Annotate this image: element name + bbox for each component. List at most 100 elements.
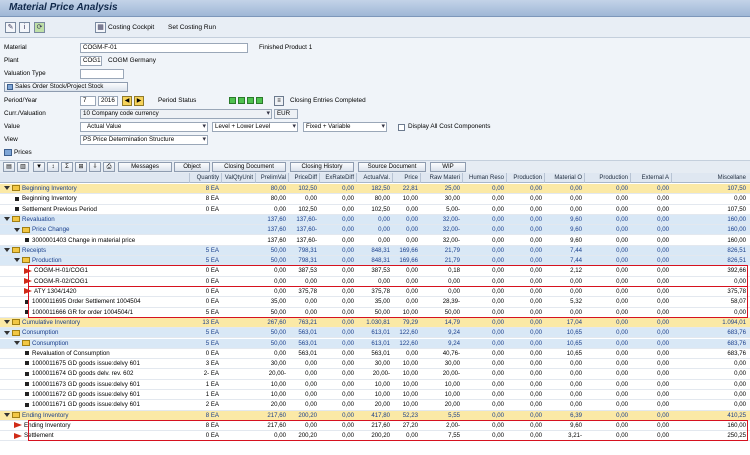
- fixed-variable-dropdown[interactable]: Fixed + Variable: [303, 122, 387, 132]
- table-row[interactable]: Revaluation of Consumption 0 EA 0,00 563,01…: [0, 348, 750, 360]
- year-field[interactable]: 2016: [98, 96, 118, 106]
- table-row[interactable]: 1000011674 GD goods delv. rev. 602 2- EA 2…: [0, 369, 750, 380]
- column-header[interactable]: ExRateDiff: [319, 173, 356, 183]
- column-header[interactable]: External A: [630, 173, 671, 183]
- material-field[interactable]: COGM-F-01: [80, 43, 248, 53]
- table-cell: 10,00: [270, 380, 286, 388]
- costing-cockpit-icon[interactable]: ▦: [95, 22, 106, 33]
- column-header[interactable]: Price: [392, 173, 420, 183]
- object-button[interactable]: Object: [174, 162, 210, 172]
- table-row[interactable]: Beginning Inventory 8 EA 80,00 0,00 0,00 80,0…: [0, 194, 750, 205]
- closing-history-button[interactable]: Closing History: [290, 162, 354, 172]
- table-row[interactable]: Production 5 EA 50,00 798,31 0,00 848,31 169,6…: [0, 256, 750, 267]
- column-header[interactable]: PrelimVal: [255, 173, 288, 183]
- refresh-icon[interactable]: ⟳: [34, 22, 45, 33]
- column-header[interactable]: Production: [584, 173, 630, 183]
- expand-icon[interactable]: ▤: [3, 162, 15, 172]
- table-row[interactable]: 1000011675 GD goods issue:delvy 601 3 EA 3…: [0, 359, 750, 370]
- table-row[interactable]: Revaluation 137,60 137,60- 0,00 0,00 0,00 32,0…: [0, 214, 750, 226]
- wip-button[interactable]: WIP: [430, 162, 466, 172]
- table-cell: 0,00: [492, 318, 504, 326]
- view-dropdown[interactable]: PS Price Determination Structure: [80, 135, 208, 145]
- prices-section[interactable]: Prices: [4, 148, 32, 158]
- column-header[interactable]: Miscellane: [671, 173, 748, 183]
- messages-button[interactable]: Messages: [118, 162, 172, 172]
- column-header[interactable]: PriceDiff: [288, 173, 319, 183]
- expand-arrow-icon[interactable]: [4, 217, 10, 222]
- table-row[interactable]: COGM-R-02/COG1 0 EA 0,00 0,00 0,00 0,00 0,00 0,…: [0, 276, 750, 287]
- next-period-button[interactable]: ▶: [134, 96, 144, 106]
- table-cell: 8 EA: [205, 411, 219, 419]
- status-details-icon[interactable]: ≡: [274, 96, 284, 106]
- expand-arrow-icon[interactable]: [4, 412, 10, 417]
- expand-arrow-icon[interactable]: [4, 320, 10, 325]
- table-row[interactable]: Settlement 0 EA 0,00 200,20 0,00 200,20 0,00 7,…: [0, 431, 750, 442]
- table-cell: 137,60-: [296, 236, 317, 244]
- layout-icon[interactable]: ⊞: [75, 162, 87, 172]
- table-row[interactable]: Ending Inventory 8 EA 217,60 200,20 0,00 417,…: [0, 410, 750, 421]
- export-icon[interactable]: ⇩: [89, 162, 101, 172]
- collapse-icon[interactable]: ▥: [17, 162, 29, 172]
- expand-arrow-icon[interactable]: [4, 248, 10, 253]
- table-cell: 50,00: [444, 308, 460, 316]
- row-label-cell: Beginning Inventory: [14, 194, 185, 204]
- print-icon[interactable]: ⎙: [103, 162, 115, 172]
- expand-arrow-icon[interactable]: [4, 330, 10, 335]
- table-row[interactable]: 3000001403 Change in material price 137,6…: [0, 235, 750, 246]
- column-header[interactable]: Production: [506, 173, 544, 183]
- costing-cockpit-button[interactable]: Costing Cockpit: [108, 23, 154, 33]
- level-dropdown[interactable]: Level + Lower Level: [212, 122, 298, 132]
- row-label: Receipts: [22, 246, 47, 254]
- column-header[interactable]: ValQtyUnit: [221, 173, 255, 183]
- table-row[interactable]: Price Change 137,60 137,60- 0,00 0,00 0,00 32,…: [0, 225, 750, 236]
- sales-order-stock-button[interactable]: Sales Order Stock/Project Stock: [4, 82, 128, 92]
- header-name-column[interactable]: [0, 173, 189, 183]
- table-row[interactable]: COGM-H-01/COG1 0 EA 0,00 387,53 0,00 387,53 0,…: [0, 266, 750, 277]
- table-row[interactable]: 1000011695 Order Settlement 1004504 0 EA 3…: [0, 297, 750, 308]
- set-costing-run-button[interactable]: Set Costing Run: [168, 23, 216, 33]
- table-row[interactable]: 1000011671 GD goods issue:delvy 601 2 EA 2…: [0, 400, 750, 411]
- display-change-icon[interactable]: ✎: [5, 22, 16, 33]
- table-row[interactable]: Receipts 5 EA 50,00 798,31 0,00 848,31 169,66 2…: [0, 245, 750, 257]
- table-row[interactable]: 1000011672 GD goods issue:delvy 601 1 EA 1…: [0, 390, 750, 401]
- table-row[interactable]: Ending Inventory 8 EA 217,60 0,00 0,00 217,60…: [0, 420, 750, 432]
- previous-period-button[interactable]: ◀: [122, 96, 132, 106]
- table-row[interactable]: Cumulative Inventory 13 EA 267,60 763,21 0,0…: [0, 317, 750, 329]
- info-icon[interactable]: i: [19, 22, 30, 33]
- column-header[interactable]: Material O: [544, 173, 584, 183]
- column-header[interactable]: ActualVal.: [356, 173, 392, 183]
- closing-document-button[interactable]: Closing Document: [212, 162, 286, 172]
- expand-arrow-icon[interactable]: [14, 340, 20, 345]
- table-cell: 0,00: [492, 205, 504, 213]
- display-all-components-checkbox[interactable]: [398, 124, 405, 131]
- table-row[interactable]: 1000011666 GR for order 1004504/1 5 EA 50,…: [0, 307, 750, 318]
- table-row[interactable]: ATY 1304/1420 0 EA 0,00 375,78 0,00 375,78 0,0…: [0, 287, 750, 298]
- expand-arrow-icon[interactable]: [14, 258, 20, 263]
- expand-arrow-icon[interactable]: [4, 186, 10, 191]
- valuation-type-field[interactable]: [80, 69, 124, 79]
- filter-icon[interactable]: ▼: [33, 162, 45, 172]
- table-row[interactable]: Settlement Previous Period 0 EA 0,00 102,50…: [0, 204, 750, 215]
- period-field[interactable]: 7: [80, 96, 96, 106]
- table-row[interactable]: Consumption 5 EA 50,00 563,01 0,00 613,01 122,…: [0, 328, 750, 339]
- table-cell: 30,00: [270, 360, 286, 368]
- value-dropdown[interactable]: Actual Value: [80, 122, 208, 132]
- table-row[interactable]: 1000011673 GD goods issue:delvy 601 1 EA 1…: [0, 379, 750, 390]
- table-row[interactable]: Consumption 5 EA 50,00 563,01 0,00 613,01 122,…: [0, 338, 750, 349]
- column-header[interactable]: Human Reso: [462, 173, 506, 183]
- table-cell: 25,00: [444, 185, 460, 192]
- table-cell: 5,32: [570, 298, 582, 306]
- sort-icon[interactable]: ↕: [47, 162, 59, 172]
- table-cell: 0,00: [406, 215, 418, 223]
- view-dropdown-value: PS Price Determination Structure: [83, 136, 175, 143]
- column-header[interactable]: Quantity: [189, 173, 221, 183]
- plant-field[interactable]: COG1: [80, 56, 102, 66]
- sum-icon[interactable]: Σ: [61, 162, 73, 172]
- source-document-button[interactable]: Source Document: [358, 162, 426, 172]
- table-cell: 0,00: [734, 391, 746, 398]
- column-header[interactable]: Raw Materi: [420, 173, 462, 183]
- currency-valuation-dropdown[interactable]: 10 Company code currency: [80, 109, 272, 119]
- table-cell: 0,00: [406, 236, 418, 244]
- expand-arrow-icon[interactable]: [14, 227, 20, 232]
- table-row[interactable]: Beginning Inventory 8 EA 80,00 102,50 0,00 18…: [0, 184, 750, 195]
